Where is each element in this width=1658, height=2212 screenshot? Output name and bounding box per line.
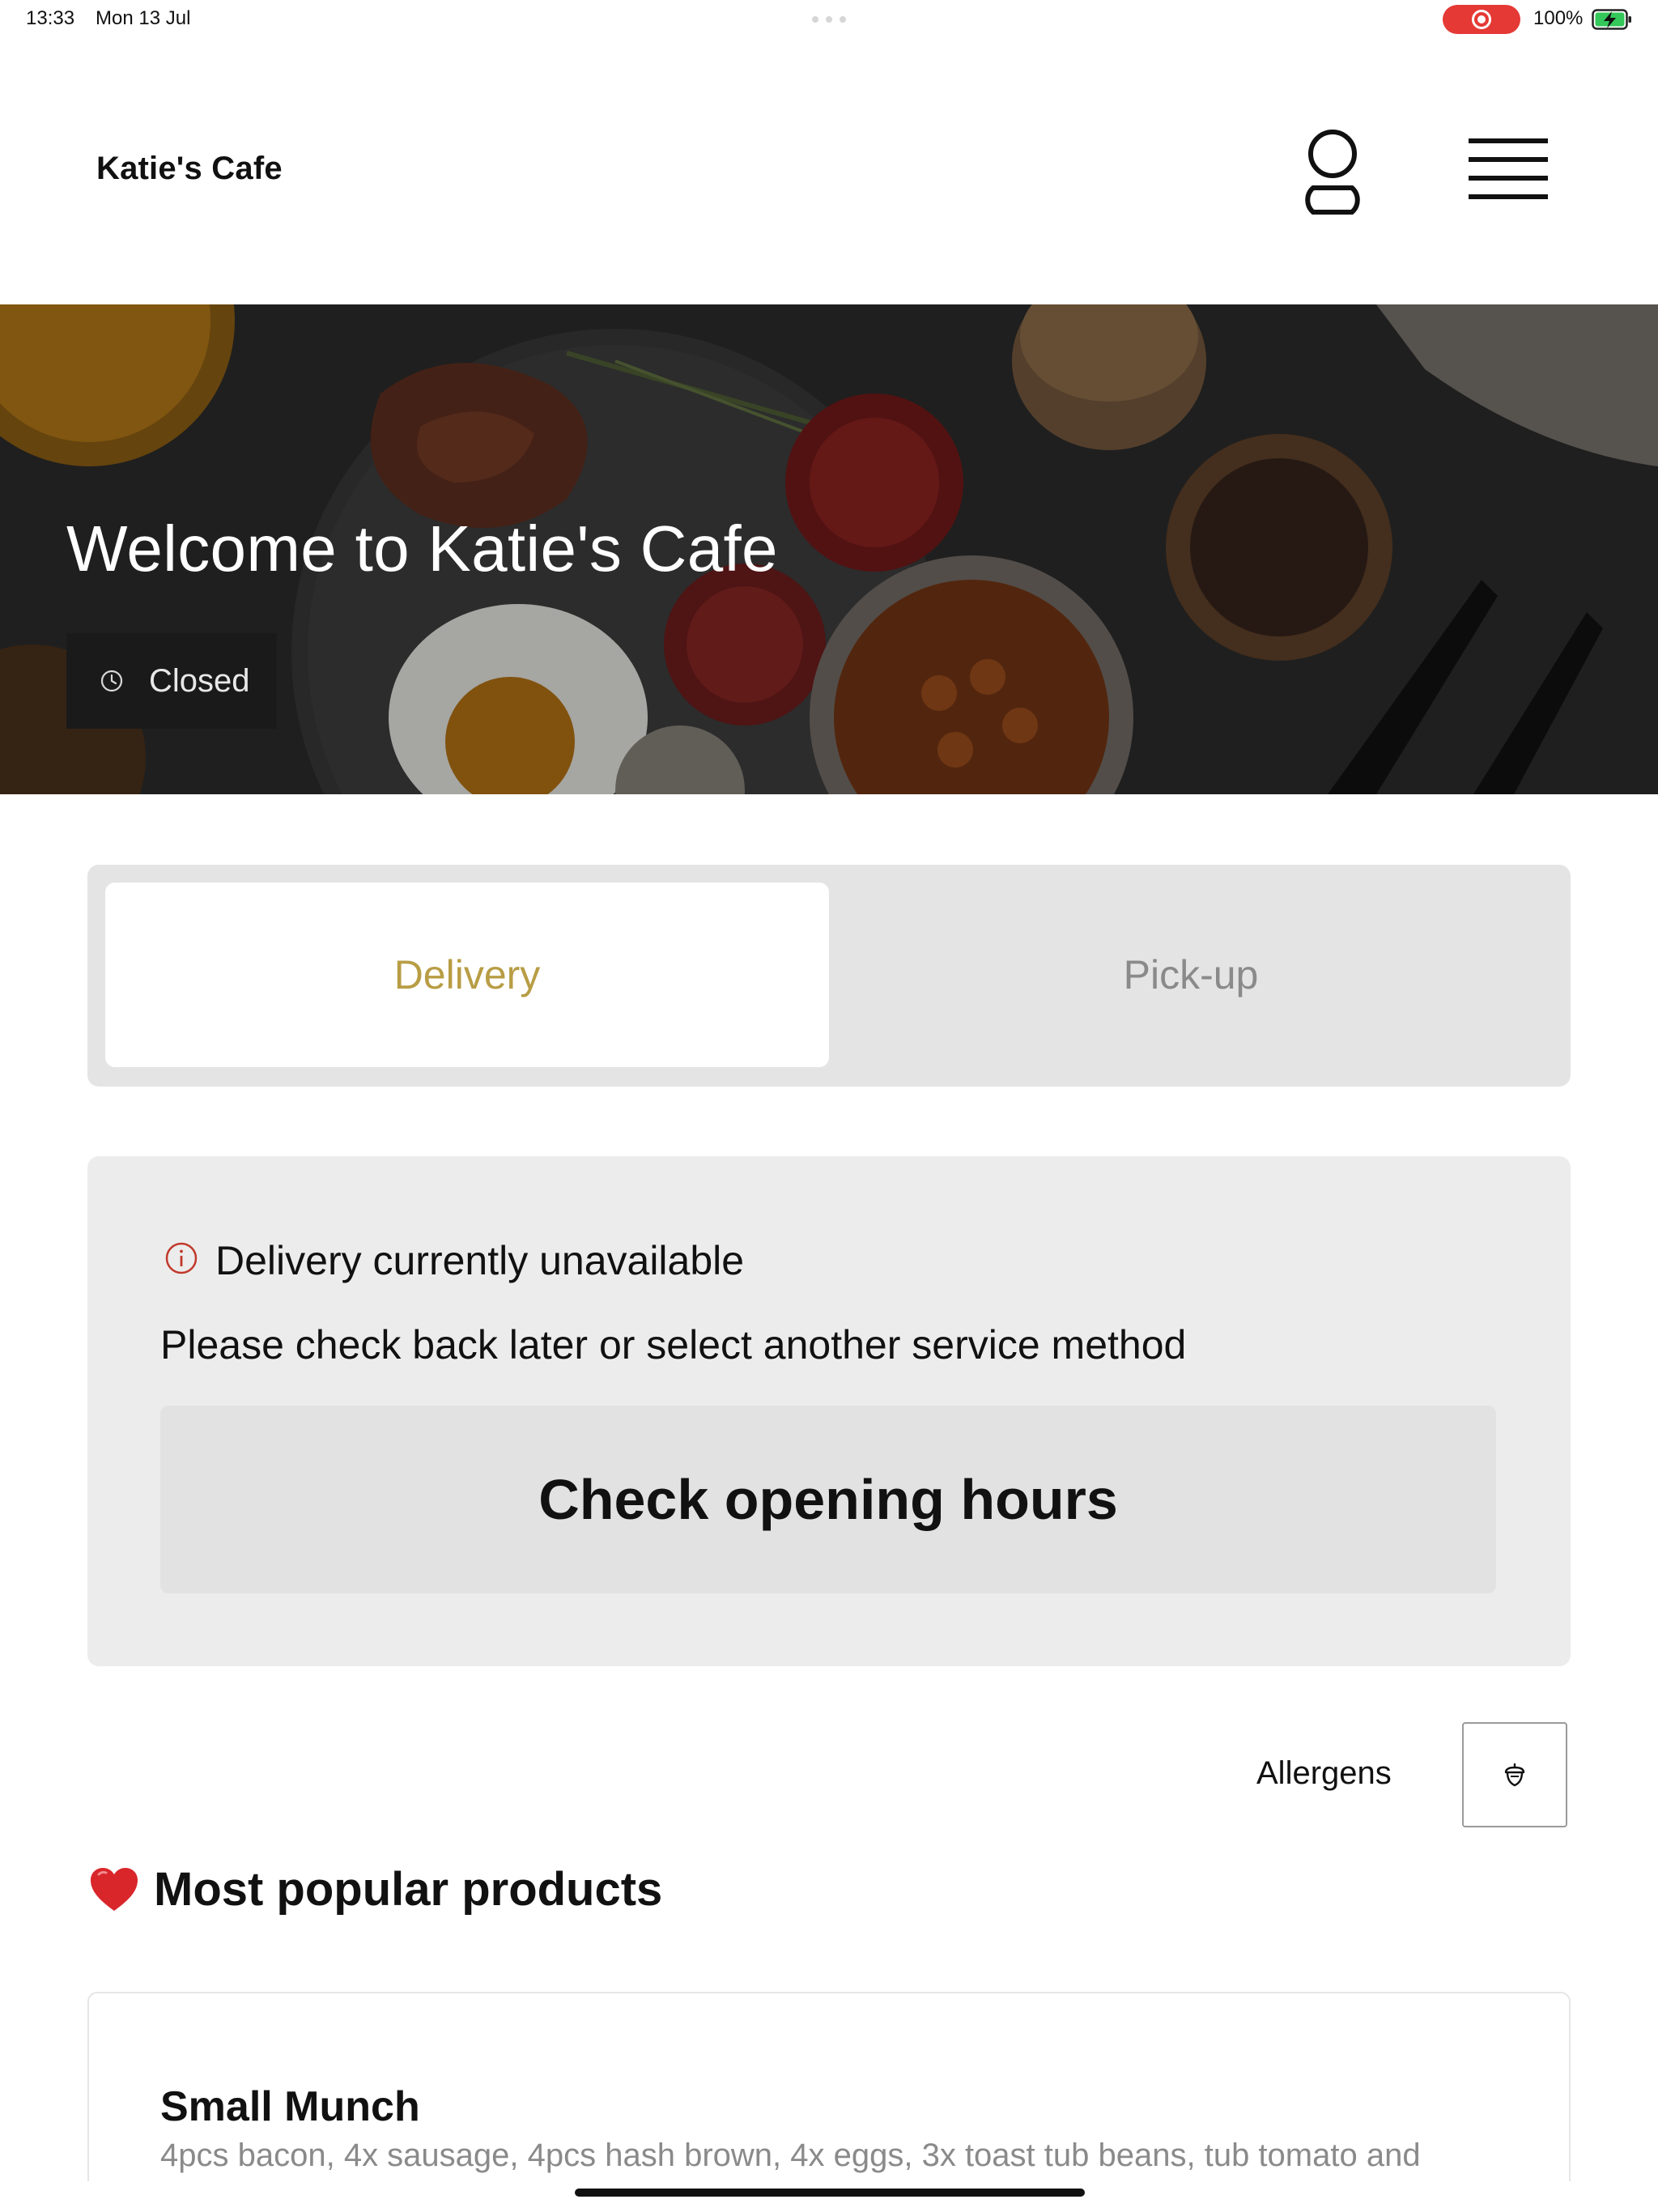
notice-title: Delivery currently unavailable [215, 1238, 745, 1283]
allergens-label: Allergens [1256, 1755, 1392, 1791]
popular-title: Most popular products [154, 1863, 663, 1916]
heart-icon [91, 1867, 138, 1911]
page: 13:33 Mon 13 Jul 100% Katie's Cafe Welco… [0, 0, 1658, 2212]
tab-delivery[interactable]: Delivery [105, 883, 829, 1067]
brand-title[interactable]: Katie's Cafe [96, 151, 283, 187]
battery-percentage: 100% [1533, 7, 1584, 29]
product-name: Small Munch [160, 2083, 420, 2130]
battery-charging-icon [1592, 9, 1631, 30]
bottom-area [0, 2181, 1658, 2212]
status-time: 13:33 [26, 7, 75, 29]
home-indicator[interactable] [575, 2189, 1085, 2197]
hero-title: Welcome to Katie's Cafe [66, 513, 778, 585]
tab-pickup[interactable]: Pick-up [829, 883, 1553, 1067]
menu-icon[interactable] [1467, 133, 1550, 206]
notice-text: Please check back later or select anothe… [160, 1322, 1187, 1368]
service-method-toggle: Delivery Pick-up [87, 865, 1571, 1087]
product-card[interactable]: Small Munch 4pcs bacon, 4x sausage, 4pcs… [87, 1992, 1571, 2212]
clock-icon [100, 670, 123, 692]
acorn-icon [1504, 1763, 1525, 1787]
status-badge: Closed [66, 633, 277, 729]
screen-recording-icon[interactable] [1443, 5, 1520, 34]
multitasking-dots-icon[interactable] [812, 16, 846, 23]
hero-banner: Welcome to Katie's Cafe Closed [0, 304, 1658, 794]
check-opening-hours-button[interactable]: Check opening hours [160, 1406, 1496, 1593]
status-date: Mon 13 Jul [96, 7, 191, 29]
status-label: Closed [149, 662, 250, 699]
delivery-unavailable-notice: Delivery currently unavailable Please ch… [87, 1156, 1571, 1666]
user-icon[interactable] [1292, 121, 1373, 219]
popular-heading: Most popular products [89, 1862, 662, 1916]
info-icon [165, 1242, 198, 1274]
status-bar: 13:33 Mon 13 Jul 100% [0, 0, 1658, 39]
allergens-button[interactable] [1462, 1722, 1567, 1827]
